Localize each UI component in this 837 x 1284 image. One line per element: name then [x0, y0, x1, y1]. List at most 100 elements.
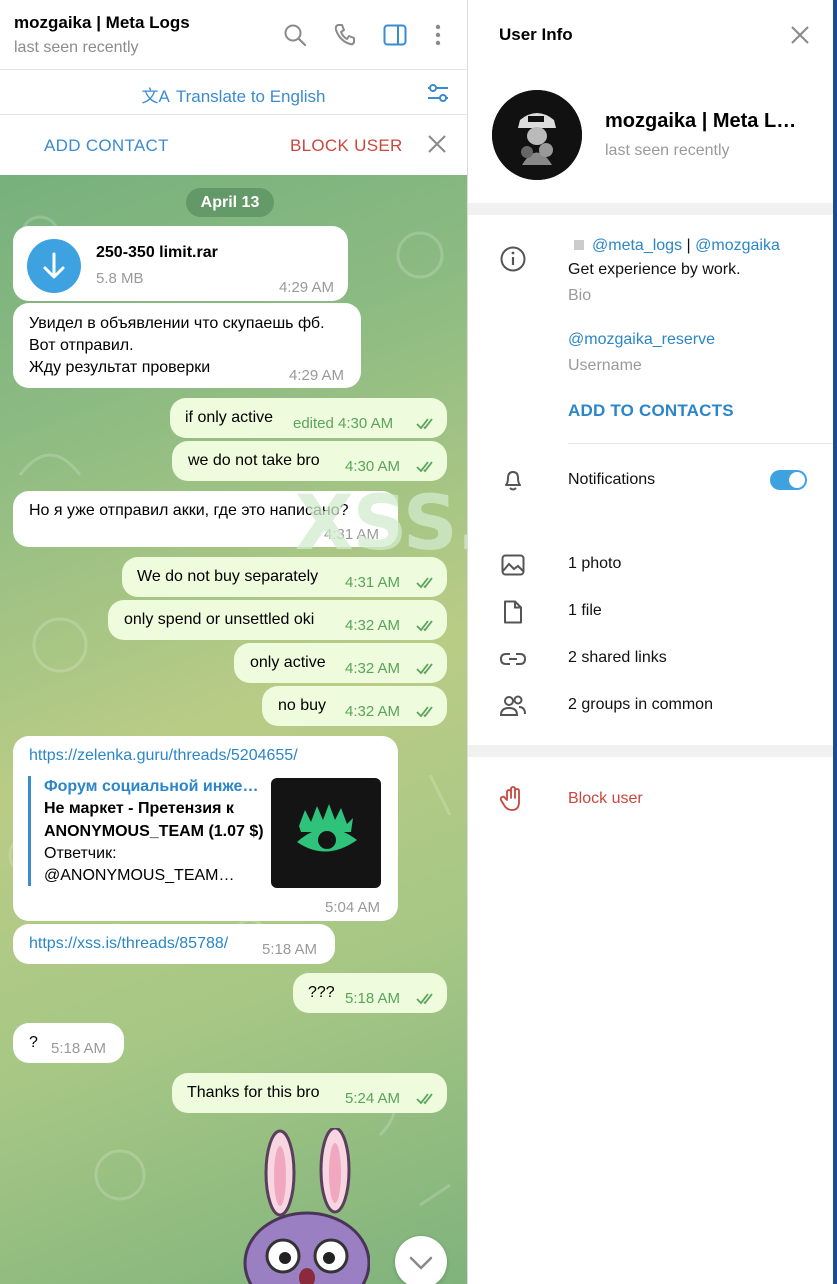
profile-status: last seen recently: [605, 142, 730, 159]
sidebar-toggle-icon[interactable]: [382, 22, 408, 48]
username-link[interactable]: @mozgaika_reserve: [568, 331, 715, 349]
bio-text: Get experience by work.: [568, 261, 741, 278]
translate-bar: 文A Translate to English: [0, 70, 467, 115]
message-time: 4:30 AM: [345, 458, 401, 475]
link-icon: [499, 653, 527, 665]
message-text: ?: [29, 1034, 38, 1051]
search-icon[interactable]: [282, 22, 308, 48]
preview-description: @ANONYMOUS_TEAM…: [44, 867, 235, 884]
message-bubble[interactable]: https://xss.is/threads/85788/ 5:18 AM: [13, 924, 335, 964]
message-time: 4:29 AM: [289, 367, 345, 384]
file-name: 250-350 limit.rar: [96, 244, 218, 261]
translate-settings-icon[interactable]: [425, 80, 451, 106]
message-text: Thanks for this bro: [187, 1084, 320, 1101]
media-card: 1 photo 1 file 2 shared links 2 groups i…: [468, 527, 834, 745]
chat-title[interactable]: mozgaika | Meta Logs: [14, 13, 190, 33]
message-time: 5:18 AM: [51, 1040, 107, 1057]
bio-link[interactable]: @meta_logs: [592, 237, 682, 254]
preview-title: ANONYMOUS_TEAM (1.07 $): [44, 823, 264, 840]
link-preview[interactable]: Форум социальной инже… Не маркет - Прете…: [28, 776, 268, 886]
read-check-icon: [416, 993, 433, 1005]
chat-panel: mozgaika | Meta Logs last seen recently …: [0, 0, 467, 1284]
message-text: only spend or unsettled oki: [124, 611, 315, 628]
message-bubble[interactable]: we do not take bro 4:30 AM: [172, 441, 447, 481]
download-button[interactable]: [27, 239, 81, 293]
message-text: We do not buy separately: [137, 568, 319, 585]
close-icon[interactable]: [426, 133, 448, 155]
bio-separator: |: [686, 237, 691, 254]
divider: [568, 443, 834, 444]
file-size: 5.8 MB: [96, 270, 144, 287]
message-time: 4:32 AM: [345, 617, 401, 634]
scroll-down-button[interactable]: [395, 1236, 447, 1284]
add-to-contacts-button[interactable]: ADD TO CONTACTS: [568, 401, 734, 421]
more-options-icon[interactable]: [426, 22, 452, 48]
message-bubble[interactable]: only spend or unsettled oki 4:32 AM: [108, 600, 447, 640]
bio-links: @meta_logs | @mozgaika: [568, 237, 780, 255]
phone-icon[interactable]: [332, 22, 358, 48]
preview-title: Не маркет - Претензия к: [44, 800, 234, 817]
bio-link[interactable]: @mozgaika: [695, 237, 780, 254]
avatar-image: [492, 90, 582, 180]
preview-site-name: Форум социальной инже…: [44, 778, 259, 795]
translate-button[interactable]: 文A Translate to English: [0, 82, 467, 107]
download-icon: [43, 252, 65, 279]
message-time: 4:32 AM: [345, 660, 401, 677]
add-contact-button[interactable]: ADD CONTACT: [44, 136, 169, 156]
file-message[interactable]: 250-350 limit.rar 5.8 MB 4:29 AM: [13, 226, 348, 301]
message-text: ???: [308, 984, 335, 1001]
photo-icon: [501, 554, 525, 576]
media-links[interactable]: 2 shared links: [568, 649, 667, 667]
message-time: 4:32 AM: [345, 703, 401, 720]
media-photos[interactable]: 1 photo: [568, 555, 621, 573]
read-check-icon: [416, 620, 433, 632]
block-user-button[interactable]: BLOCK USER: [290, 136, 403, 156]
message-time: 5:24 AM: [345, 1090, 401, 1107]
message-time: edited 4:30 AM: [293, 415, 394, 432]
message-bubble[interactable]: if only active edited 4:30 AM: [170, 398, 447, 438]
message-bubble[interactable]: only active 4:32 AM: [234, 643, 447, 683]
media-groups[interactable]: 2 groups in common: [568, 696, 713, 714]
user-info-panel: User Info mozgaika | Meta L… last seen r…: [467, 0, 837, 1284]
avatar[interactable]: [492, 90, 582, 180]
bell-icon: [505, 471, 521, 491]
message-time: 5:18 AM: [262, 941, 318, 958]
message-time: 4:31 AM: [345, 574, 401, 591]
window-border: [833, 0, 837, 1284]
read-check-icon: [416, 461, 433, 473]
bunny-sticker[interactable]: [235, 1128, 370, 1284]
media-files[interactable]: 1 file: [568, 602, 602, 620]
message-text: if only active: [185, 409, 274, 426]
username-label: Username: [568, 357, 642, 374]
message-time: 4:29 AM: [278, 279, 334, 296]
preview-thumbnail[interactable]: [271, 778, 381, 888]
chat-header: mozgaika | Meta Logs last seen recently: [0, 0, 467, 70]
message-link[interactable]: https://xss.is/threads/85788/: [29, 933, 228, 955]
message-bubble[interactable]: Thanks for this bro 5:24 AM: [172, 1073, 447, 1113]
message-text: no buy: [278, 697, 327, 714]
read-check-icon: [416, 706, 433, 718]
close-icon[interactable]: [789, 24, 811, 46]
read-check-icon: [416, 663, 433, 675]
message-bubble[interactable]: Увидел в объявлении что скупаешь фб. Вот…: [13, 303, 361, 388]
profile-name: mozgaika | Meta L…: [605, 110, 797, 132]
block-card: Block user: [468, 757, 834, 1284]
link-preview-message[interactable]: https://zelenka.guru/threads/5204655/ Фо…: [13, 736, 398, 921]
message-bubble[interactable]: no buy 4:32 AM: [262, 686, 447, 726]
block-user-link[interactable]: Block user: [568, 790, 643, 808]
bio-label: Bio: [568, 287, 592, 304]
message-text: Вот отправил.: [29, 337, 134, 354]
contact-action-bar: ADD CONTACT BLOCK USER: [0, 115, 467, 175]
read-check-icon: [416, 418, 433, 430]
notifications-toggle[interactable]: [770, 470, 807, 490]
message-bubble[interactable]: ??? 5:18 AM: [293, 973, 447, 1013]
chevron-down-icon: [409, 1256, 433, 1270]
preview-description: Ответчик:: [44, 845, 117, 862]
eye-logo-icon: [297, 804, 357, 852]
hand-stop-icon: [499, 786, 520, 811]
groups-icon: [499, 695, 526, 716]
info-icon: [500, 246, 526, 272]
message-link[interactable]: https://zelenka.guru/threads/5204655/: [29, 745, 298, 767]
message-bubble[interactable]: ? 5:18 AM: [13, 1023, 124, 1063]
message-text: we do not take bro: [188, 452, 320, 469]
